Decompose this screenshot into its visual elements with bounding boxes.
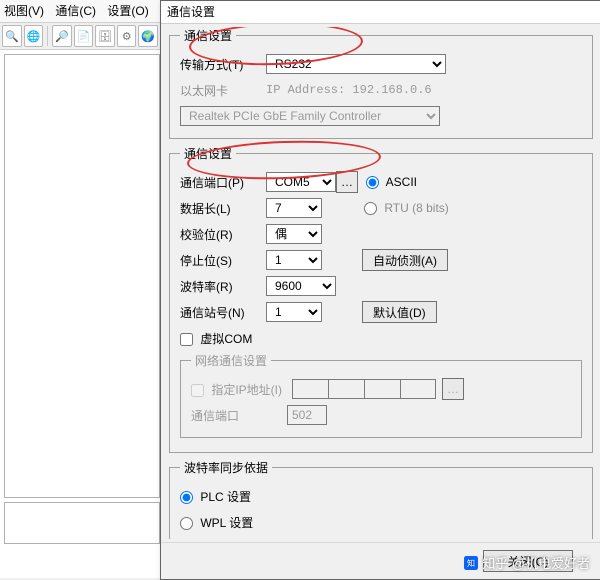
ascii-option[interactable]: ASCII (366, 175, 417, 189)
app-workspace (4, 54, 160, 498)
menu-setup[interactable]: 设置(O) (107, 4, 148, 18)
tool-db-icon[interactable]: 🗄 (95, 25, 115, 47)
ip-browse-button: … (442, 378, 464, 400)
ascii-radio[interactable] (366, 176, 379, 189)
group-baud-sync-legend: 波特率同步依据 (180, 459, 272, 476)
default-button[interactable]: 默认值(D) (362, 301, 437, 323)
ip-label: IP Address: 192.168.0.6 (266, 83, 432, 97)
ip-oct-2 (328, 379, 364, 399)
port-browse-button[interactable]: … (336, 171, 358, 193)
vcom-checkbox[interactable] (180, 333, 193, 346)
watermark: 知 知乎 @机电爱好者 (464, 553, 590, 572)
netport-label: 通信端口 (191, 407, 287, 424)
stop-select[interactable]: 1 (266, 250, 322, 270)
group-connection-legend: 通信设置 (180, 27, 236, 44)
zhihu-icon: 知 (464, 556, 478, 570)
ip-oct-4 (400, 379, 436, 399)
baud-label: 波特率(R) (180, 278, 266, 295)
parity-select[interactable]: 偶 (266, 224, 322, 244)
transfer-select[interactable]: RS232 (266, 54, 446, 74)
menu-view[interactable]: 视图(V) (4, 4, 44, 18)
group-serial: 通信设置 通信端口(P) COM5 … ASCII 数据长(L) 7 (169, 145, 593, 453)
menu-comm[interactable]: 通信(C) (55, 4, 96, 18)
group-baud-sync: 波特率同步依据 PLC 设置 WPL 设置 (169, 459, 593, 539)
app-status-panel (4, 502, 160, 544)
group-network: 网络通信设置 指定IP地址(I) … 通信 (180, 352, 582, 438)
ip-checkbox (191, 384, 204, 397)
baud-select[interactable]: 9600 (266, 276, 336, 296)
len-label: 数据长(L) (180, 200, 266, 217)
group-connection: 通信设置 传输方式(T) RS232 以太网卡 IP Address: 192.… (169, 27, 593, 139)
ip-oct-1 (292, 379, 328, 399)
ip-fields (292, 379, 436, 399)
tool-world-icon[interactable]: 🌐 (24, 25, 44, 47)
toolbar-separator (47, 26, 48, 46)
group-network-legend: 网络通信设置 (191, 352, 271, 369)
autodetect-button[interactable]: 自动侦测(A) (362, 249, 448, 271)
tool-page-icon[interactable]: 📄 (74, 25, 94, 47)
ip-option: 指定IP地址(I) (191, 381, 282, 398)
dialog-title: 通信设置 (161, 1, 600, 24)
station-label: 通信站号(N) (180, 304, 266, 321)
plc-radio[interactable] (180, 491, 193, 504)
tool-zoom-icon[interactable]: 🔍 (2, 25, 22, 47)
transfer-label: 传输方式(T) (180, 56, 266, 73)
port-select[interactable]: COM5 (266, 172, 336, 192)
rtu-radio[interactable] (364, 202, 377, 215)
plc-option[interactable]: PLC 设置 (180, 488, 251, 505)
tool-globe-icon[interactable]: 🌍 (138, 25, 158, 47)
nic-select: Realtek PCIe GbE Family Controller (180, 106, 440, 126)
wpl-radio[interactable] (180, 517, 193, 530)
ip-oct-3 (364, 379, 400, 399)
len-select[interactable]: 7 (266, 198, 322, 218)
comm-settings-dialog: 通信设置 通信设置 传输方式(T) RS232 以太网卡 IP Address:… (160, 0, 600, 580)
station-select[interactable]: 1 (266, 302, 322, 322)
nic-label: 以太网卡 (180, 82, 266, 99)
vcom-option[interactable]: 虚拟COM (180, 330, 252, 347)
group-serial-legend: 通信设置 (180, 145, 236, 162)
rtu-option[interactable]: RTU (8 bits) (364, 201, 449, 215)
toolbar: 🔍 🌐 🔎 📄 🗄 ⚙ 🌍 (0, 23, 160, 50)
netport-input (287, 405, 327, 425)
menubar: 视图(V) 通信(C) 设置(O) 向导 (0, 0, 160, 23)
app-window: 视图(V) 通信(C) 设置(O) 向导 🔍 🌐 🔎 📄 🗄 ⚙ 🌍 (0, 0, 161, 578)
wpl-option[interactable]: WPL 设置 (180, 514, 253, 531)
stop-label: 停止位(S) (180, 252, 266, 269)
tool-search-icon[interactable]: 🔎 (52, 25, 72, 47)
parity-label: 校验位(R) (180, 226, 266, 243)
svg-text:知: 知 (467, 557, 475, 567)
tool-gear-icon[interactable]: ⚙ (117, 25, 137, 47)
port-label: 通信端口(P) (180, 174, 266, 191)
